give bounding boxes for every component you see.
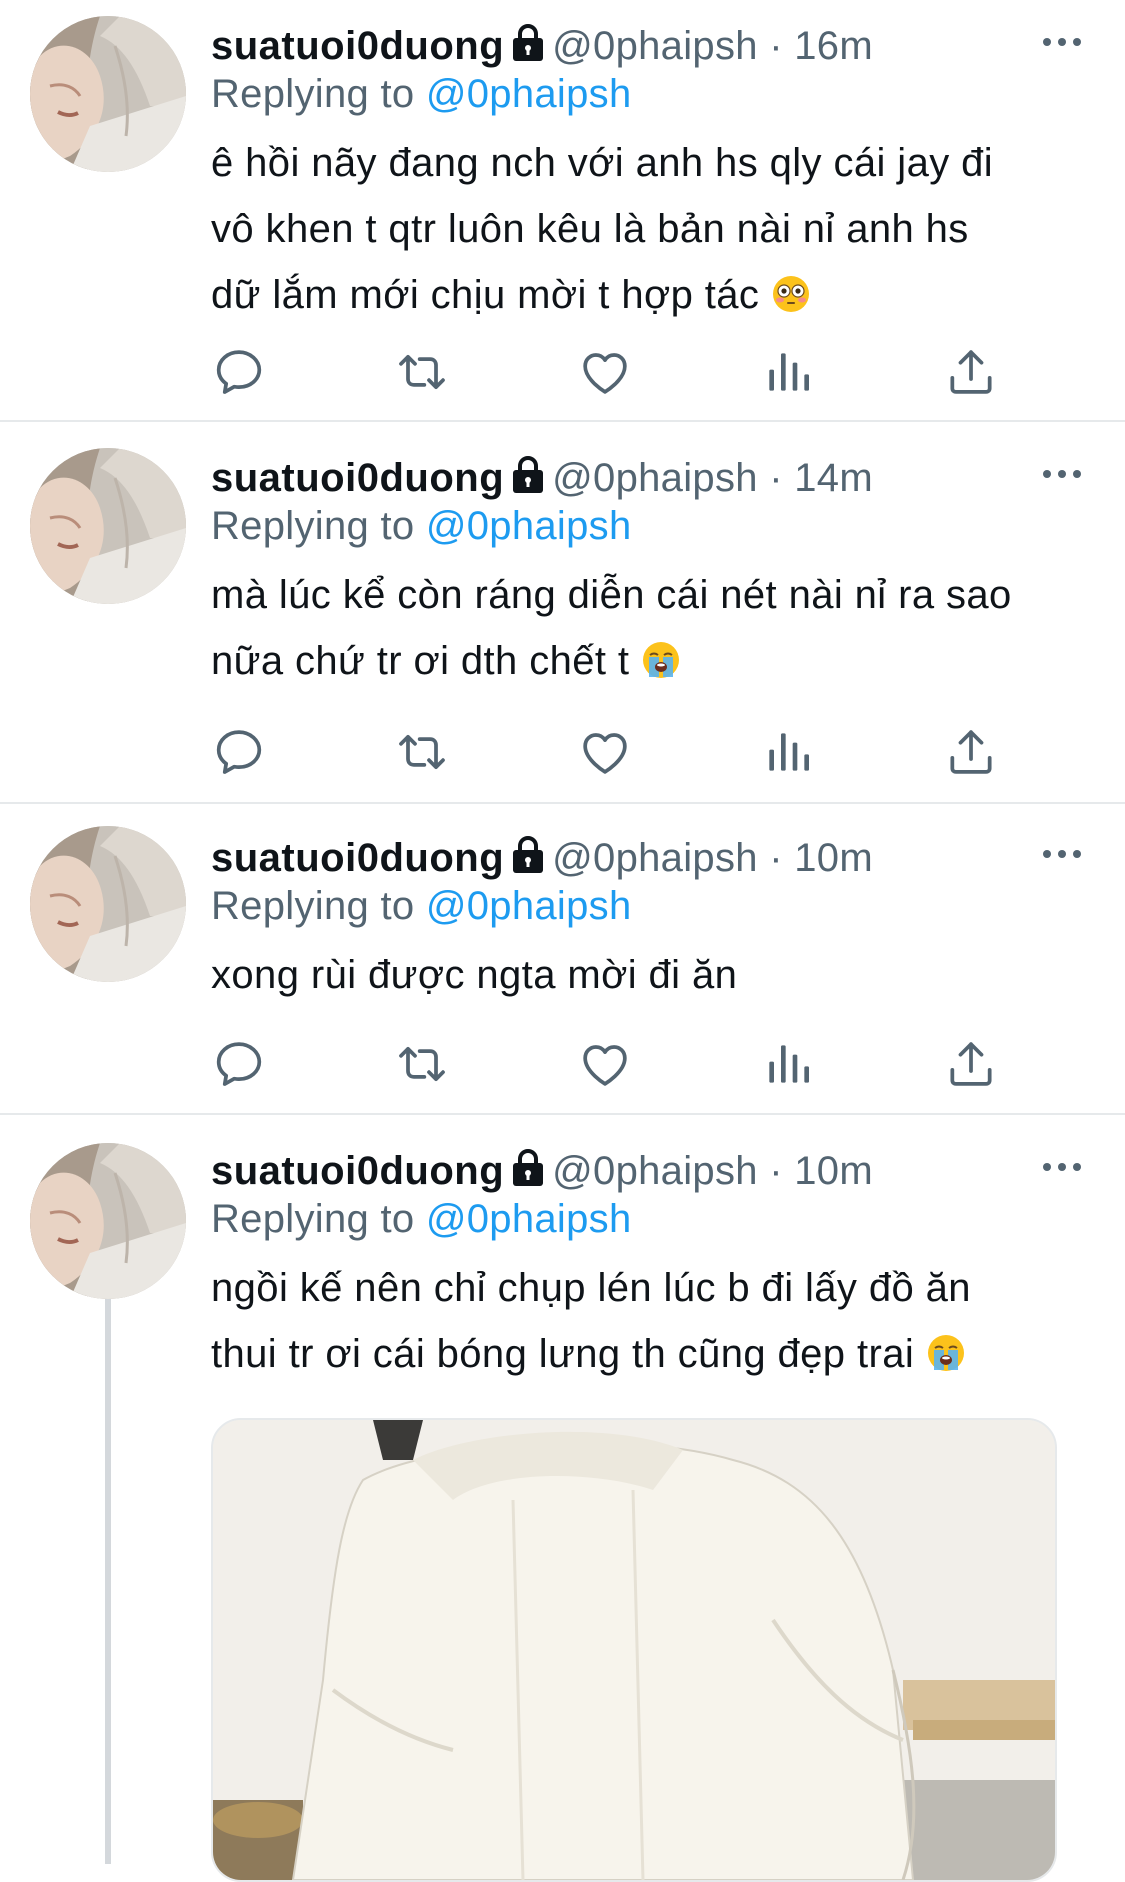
retweet-icon[interactable] xyxy=(394,344,450,400)
avatar-image xyxy=(30,16,186,172)
more-icon[interactable] xyxy=(1040,1157,1084,1177)
tweet-text: xong rùi được ngta mời đi ăn xyxy=(211,942,1091,1008)
tweet-text: ê hồi nãy đang nch với anh hs qly cái ja… xyxy=(211,130,1091,328)
more-icon[interactable] xyxy=(1040,464,1084,484)
timestamp[interactable]: 14m xyxy=(794,456,873,500)
tweet-text-line: dữ lắm mới chịu mời t hợp tác xyxy=(211,273,760,317)
more-icon[interactable] xyxy=(1040,844,1084,864)
avatar[interactable] xyxy=(30,1143,186,1299)
analytics-icon[interactable] xyxy=(760,724,816,780)
tweet-header: suatuoi0duong @0phaipsh · 10m xyxy=(211,834,873,882)
tweet-actions xyxy=(211,1036,1011,1092)
avatar[interactable] xyxy=(30,448,186,604)
time-separator: · xyxy=(757,24,795,68)
lock-icon xyxy=(510,455,546,495)
flushed-face-icon xyxy=(771,274,811,314)
tweet-text-line: ngồi kế nên chỉ chụp lén lúc b đi lấy đồ… xyxy=(211,1266,971,1310)
analytics-icon[interactable] xyxy=(760,1036,816,1092)
replying-to: Replying to @0phaipsh xyxy=(211,70,632,118)
share-icon[interactable] xyxy=(943,344,999,400)
handle[interactable]: @0phaipsh xyxy=(552,24,758,68)
replying-label: Replying to xyxy=(211,72,426,116)
loudly-crying-face-icon xyxy=(926,1333,966,1373)
avatar-image xyxy=(30,1143,186,1299)
tweet[interactable]: suatuoi0duong @0phaipsh · 14m Replying to… xyxy=(0,422,1125,804)
handle[interactable]: @0phaipsh xyxy=(552,1149,758,1193)
tweet-header: suatuoi0duong @0phaipsh · 14m xyxy=(211,454,873,502)
handle[interactable]: @0phaipsh xyxy=(552,836,758,880)
tweet-text-line: vô khen t qtr luôn kêu là bản nài nỉ anh… xyxy=(211,207,969,251)
replying-label: Replying to xyxy=(211,884,426,928)
time-separator: · xyxy=(757,456,795,500)
avatar-image xyxy=(30,448,186,604)
avatar[interactable] xyxy=(30,826,186,982)
replying-to: Replying to @0phaipsh xyxy=(211,1195,632,1243)
loudly-crying-face-icon xyxy=(641,640,681,680)
tweet-text: mà lúc kể còn ráng diễn cái nét nài nỉ r… xyxy=(211,562,1091,694)
share-icon[interactable] xyxy=(943,724,999,780)
retweet-icon[interactable] xyxy=(394,724,450,780)
tweet-text: ngồi kế nên chỉ chụp lén lúc b đi lấy đồ… xyxy=(211,1255,1091,1387)
avatar[interactable] xyxy=(30,16,186,172)
tweet-text-line: ê hồi nãy đang nch với anh hs qly cái ja… xyxy=(211,141,994,185)
tweet-header: suatuoi0duong @0phaipsh · 10m xyxy=(211,1147,873,1195)
tweet-text-line: mà lúc kể còn ráng diễn cái nét nài nỉ r… xyxy=(211,573,1012,617)
reply-icon[interactable] xyxy=(211,344,267,400)
display-name[interactable]: suatuoi0duong xyxy=(211,1149,504,1193)
more-icon[interactable] xyxy=(1040,32,1084,52)
share-icon[interactable] xyxy=(943,1036,999,1092)
display-name[interactable]: suatuoi0duong xyxy=(211,456,504,500)
time-separator: · xyxy=(757,1149,795,1193)
tweet-text-line: xong rùi được ngta mời đi ăn xyxy=(211,953,738,997)
time-separator: · xyxy=(757,836,795,880)
timestamp[interactable]: 16m xyxy=(794,24,873,68)
replying-label: Replying to xyxy=(211,1197,426,1241)
handle[interactable]: @0phaipsh xyxy=(552,456,758,500)
lock-icon xyxy=(510,1148,546,1188)
tweet[interactable]: suatuoi0duong @0phaipsh · 10m Replying to… xyxy=(0,804,1125,1114)
display-name[interactable]: suatuoi0duong xyxy=(211,24,504,68)
tweet-header: suatuoi0duong @0phaipsh · 16m xyxy=(211,22,873,70)
replying-to-link[interactable]: @0phaipsh xyxy=(426,504,632,548)
display-name[interactable]: suatuoi0duong xyxy=(211,836,504,880)
avatar-image xyxy=(30,826,186,982)
tweet-actions xyxy=(211,344,1011,400)
like-icon[interactable] xyxy=(577,724,633,780)
tweet-actions xyxy=(211,724,1011,780)
tweet-text-line: nữa chứ tr ơi dth chết t xyxy=(211,639,630,683)
lock-icon xyxy=(510,23,546,63)
timestamp[interactable]: 10m xyxy=(794,1149,873,1193)
analytics-icon[interactable] xyxy=(760,344,816,400)
timestamp[interactable]: 10m xyxy=(794,836,873,880)
reply-icon[interactable] xyxy=(211,1036,267,1092)
retweet-icon[interactable] xyxy=(394,1036,450,1092)
tweet-photo[interactable] xyxy=(211,1418,1057,1882)
replying-to-link[interactable]: @0phaipsh xyxy=(426,1197,632,1241)
replying-to-link[interactable]: @0phaipsh xyxy=(426,884,632,928)
replying-to: Replying to @0phaipsh xyxy=(211,882,632,930)
reply-icon[interactable] xyxy=(211,724,267,780)
like-icon[interactable] xyxy=(577,344,633,400)
replying-label: Replying to xyxy=(211,504,426,548)
lock-icon xyxy=(510,835,546,875)
like-icon[interactable] xyxy=(577,1036,633,1092)
replying-to: Replying to @0phaipsh xyxy=(211,502,632,550)
photo-of-man-in-white-shirt-from-behind xyxy=(213,1420,1055,1880)
tweet[interactable]: suatuoi0duong @0phaipsh · 16m Replying to… xyxy=(0,0,1125,422)
replying-to-link[interactable]: @0phaipsh xyxy=(426,72,632,116)
tweet-text-line: thui tr ơi cái bóng lưng th cũng đẹp tra… xyxy=(211,1332,915,1376)
